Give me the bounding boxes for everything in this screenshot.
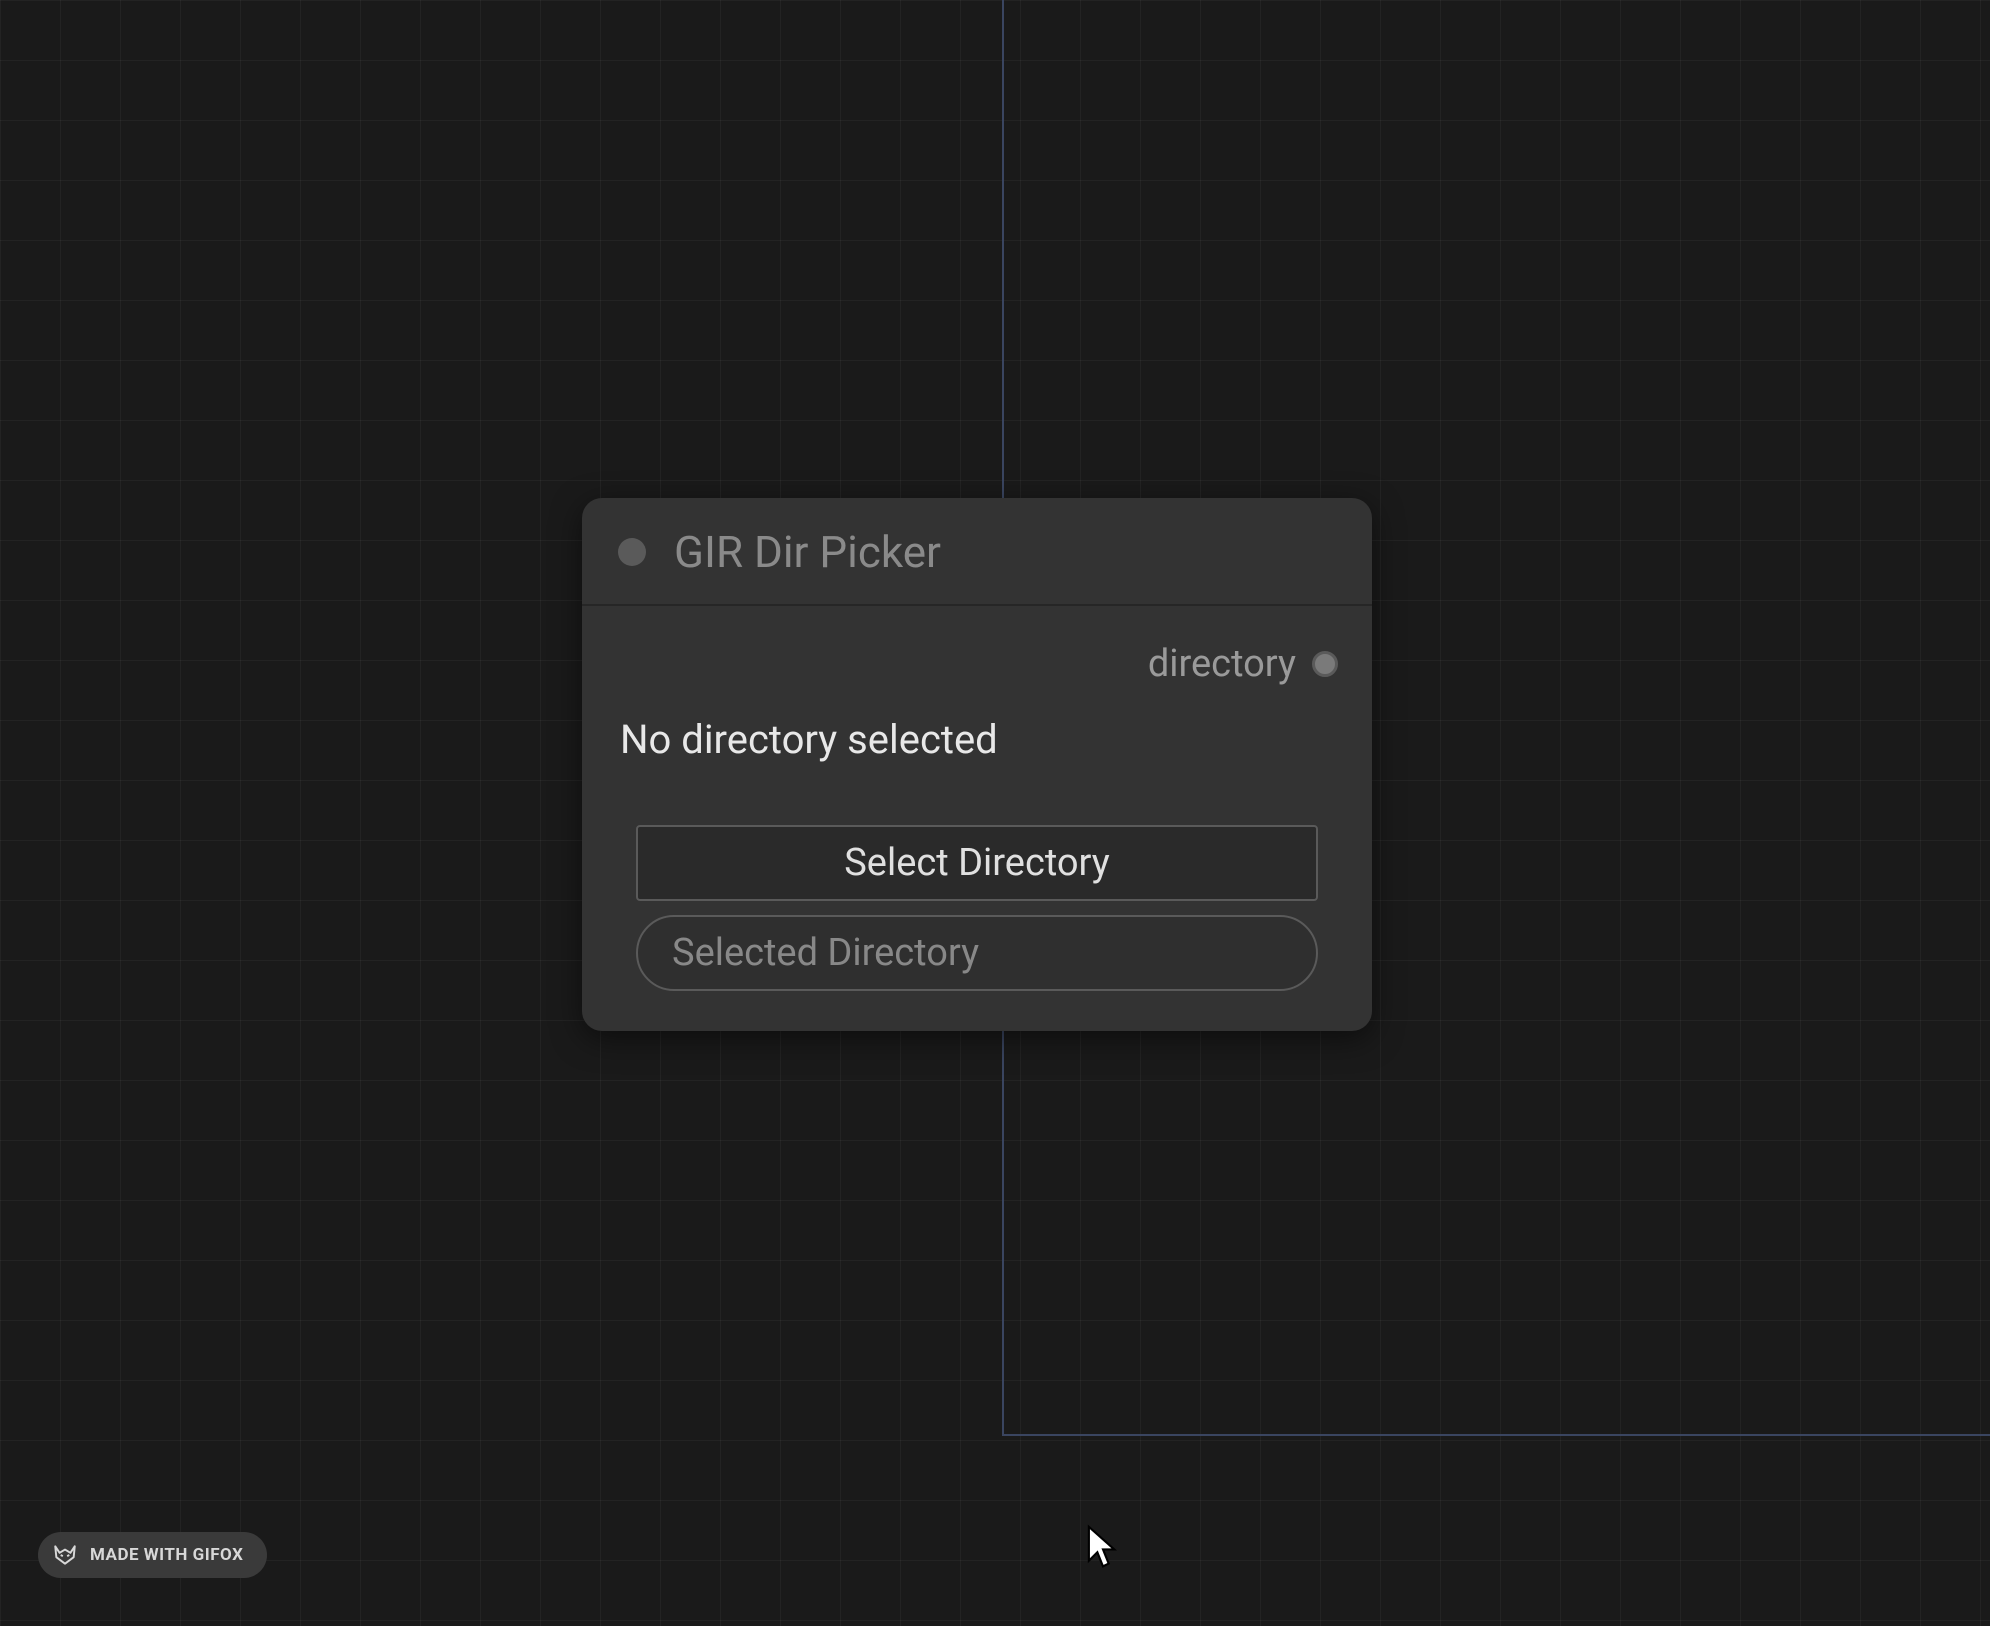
watermark-text: MADE WITH GIFOX: [90, 1545, 243, 1565]
output-port-icon[interactable]: [1312, 651, 1338, 677]
dir-picker-node[interactable]: GIR Dir Picker directory No directory se…: [582, 498, 1372, 1031]
node-status-dot-icon: [618, 538, 646, 566]
selected-directory-input[interactable]: [636, 915, 1318, 991]
gifox-fox-icon: [52, 1542, 78, 1568]
axis-horizontal-line: [1002, 1434, 1990, 1436]
output-label: directory: [1148, 642, 1296, 686]
gifox-watermark: MADE WITH GIFOX: [38, 1532, 267, 1578]
node-title: GIR Dir Picker: [674, 526, 941, 578]
output-row: directory: [616, 630, 1338, 716]
node-body: directory No directory selected Select D…: [582, 606, 1372, 1031]
node-header[interactable]: GIR Dir Picker: [582, 498, 1372, 606]
select-directory-button[interactable]: Select Directory: [636, 825, 1318, 901]
directory-status-text: No directory selected: [616, 716, 1338, 825]
